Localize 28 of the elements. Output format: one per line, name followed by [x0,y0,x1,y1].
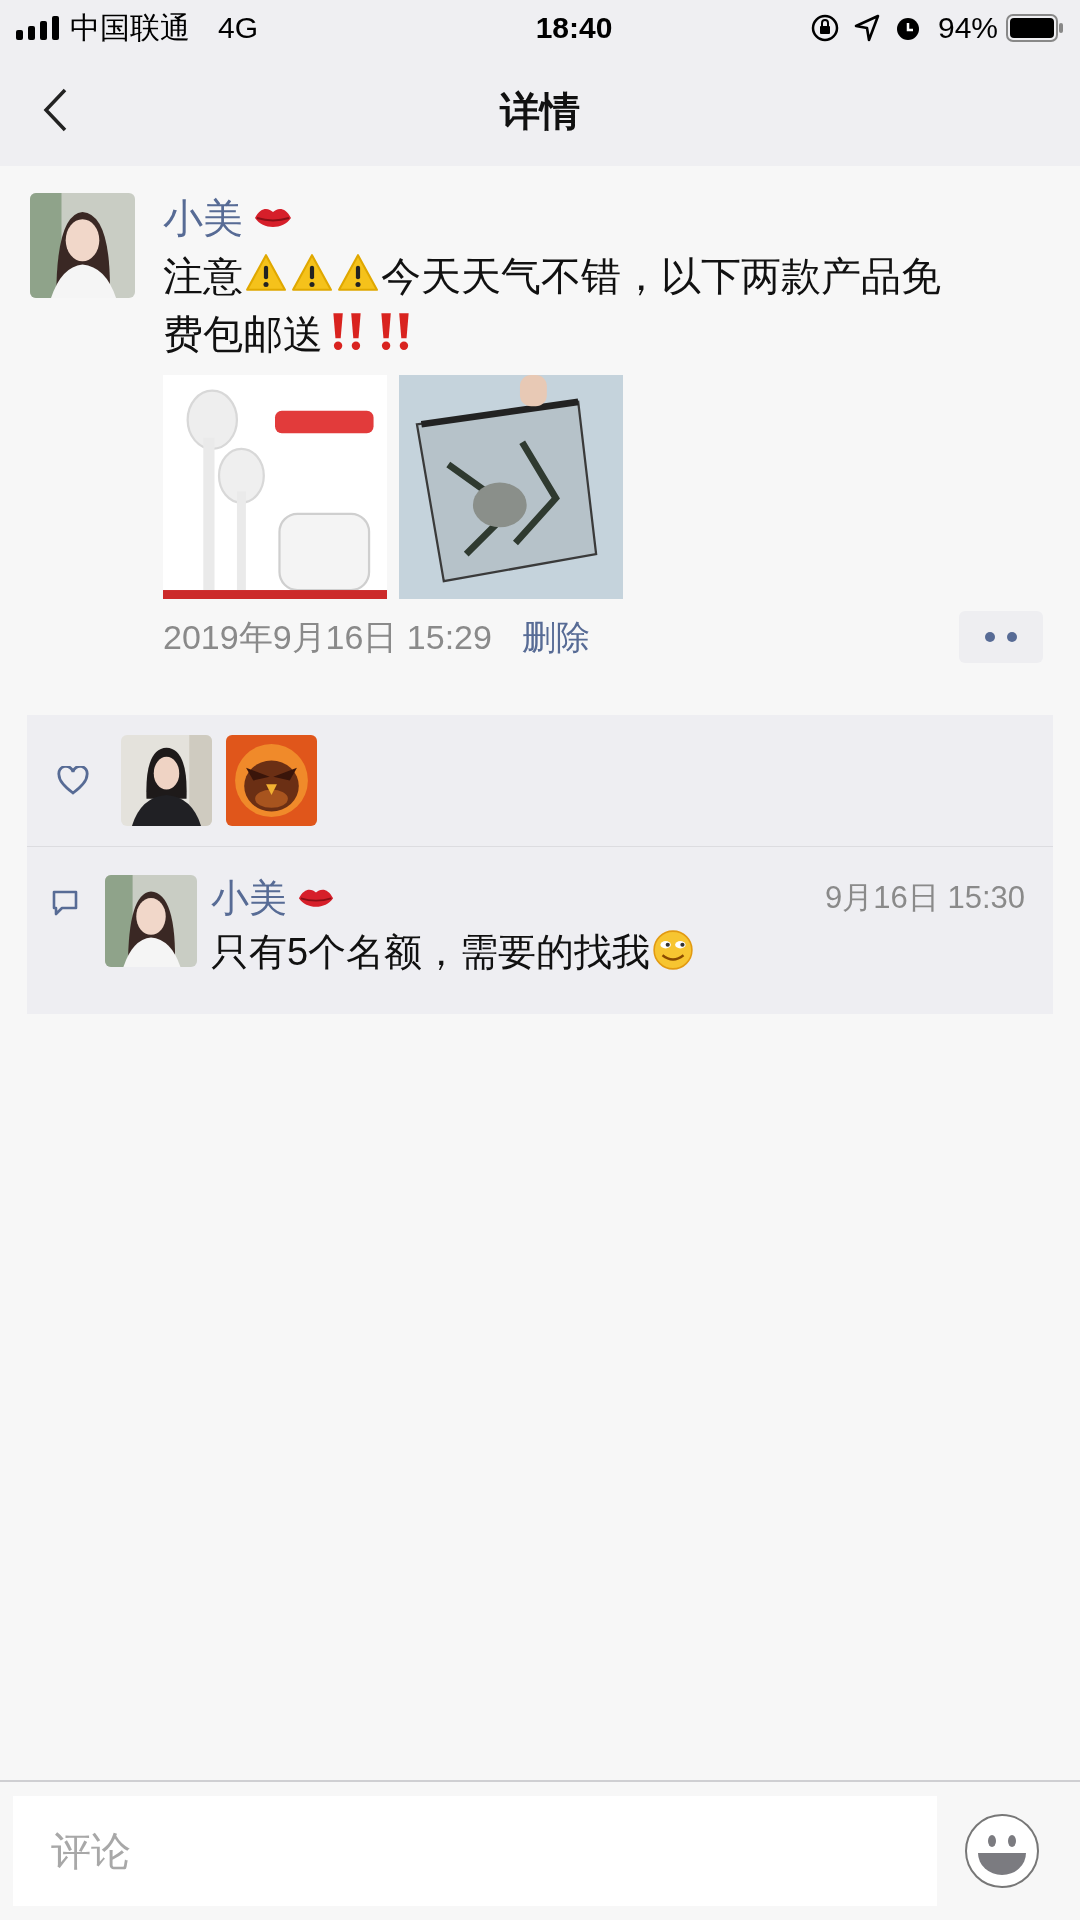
post-time: 2019年9月16日 15:29 [163,616,492,658]
delete-link[interactable]: 删除 [521,611,590,663]
comment-time: 9月16日 15:30 [825,879,1025,917]
carrier-name: 中国联通 [70,10,190,46]
heart-icon [57,765,89,796]
back-icon [43,88,67,132]
network-type: 4G [218,10,259,46]
commenter-name[interactable]: 小美 [211,875,335,922]
signal-icon [16,15,60,40]
location-icon [853,13,880,42]
comment-field[interactable]: 评论 [13,1796,937,1906]
comment-text: 只有5个名额，需要的找我 [211,923,1025,980]
post-text: 注意 今天天气不错，以下两款产品免费包邮送 [163,251,942,358]
page-title: 详情 [500,87,580,135]
warning-icon [337,252,379,294]
smiley-icon [964,1813,1040,1889]
warning-icon [291,252,333,294]
status-time: 18:40 [534,10,613,46]
comment-icon [51,889,79,917]
battery-icon [1006,13,1064,42]
warning-icon [245,252,287,294]
smiling-face-icon [652,928,695,971]
emoji-button[interactable] [964,1813,1040,1889]
more-button[interactable] [959,611,1043,663]
battery-percent: 94% [937,10,998,46]
rotation-lock-icon [809,12,840,43]
dots-icon [984,631,1018,643]
author-name[interactable]: 小美 [163,193,1050,243]
